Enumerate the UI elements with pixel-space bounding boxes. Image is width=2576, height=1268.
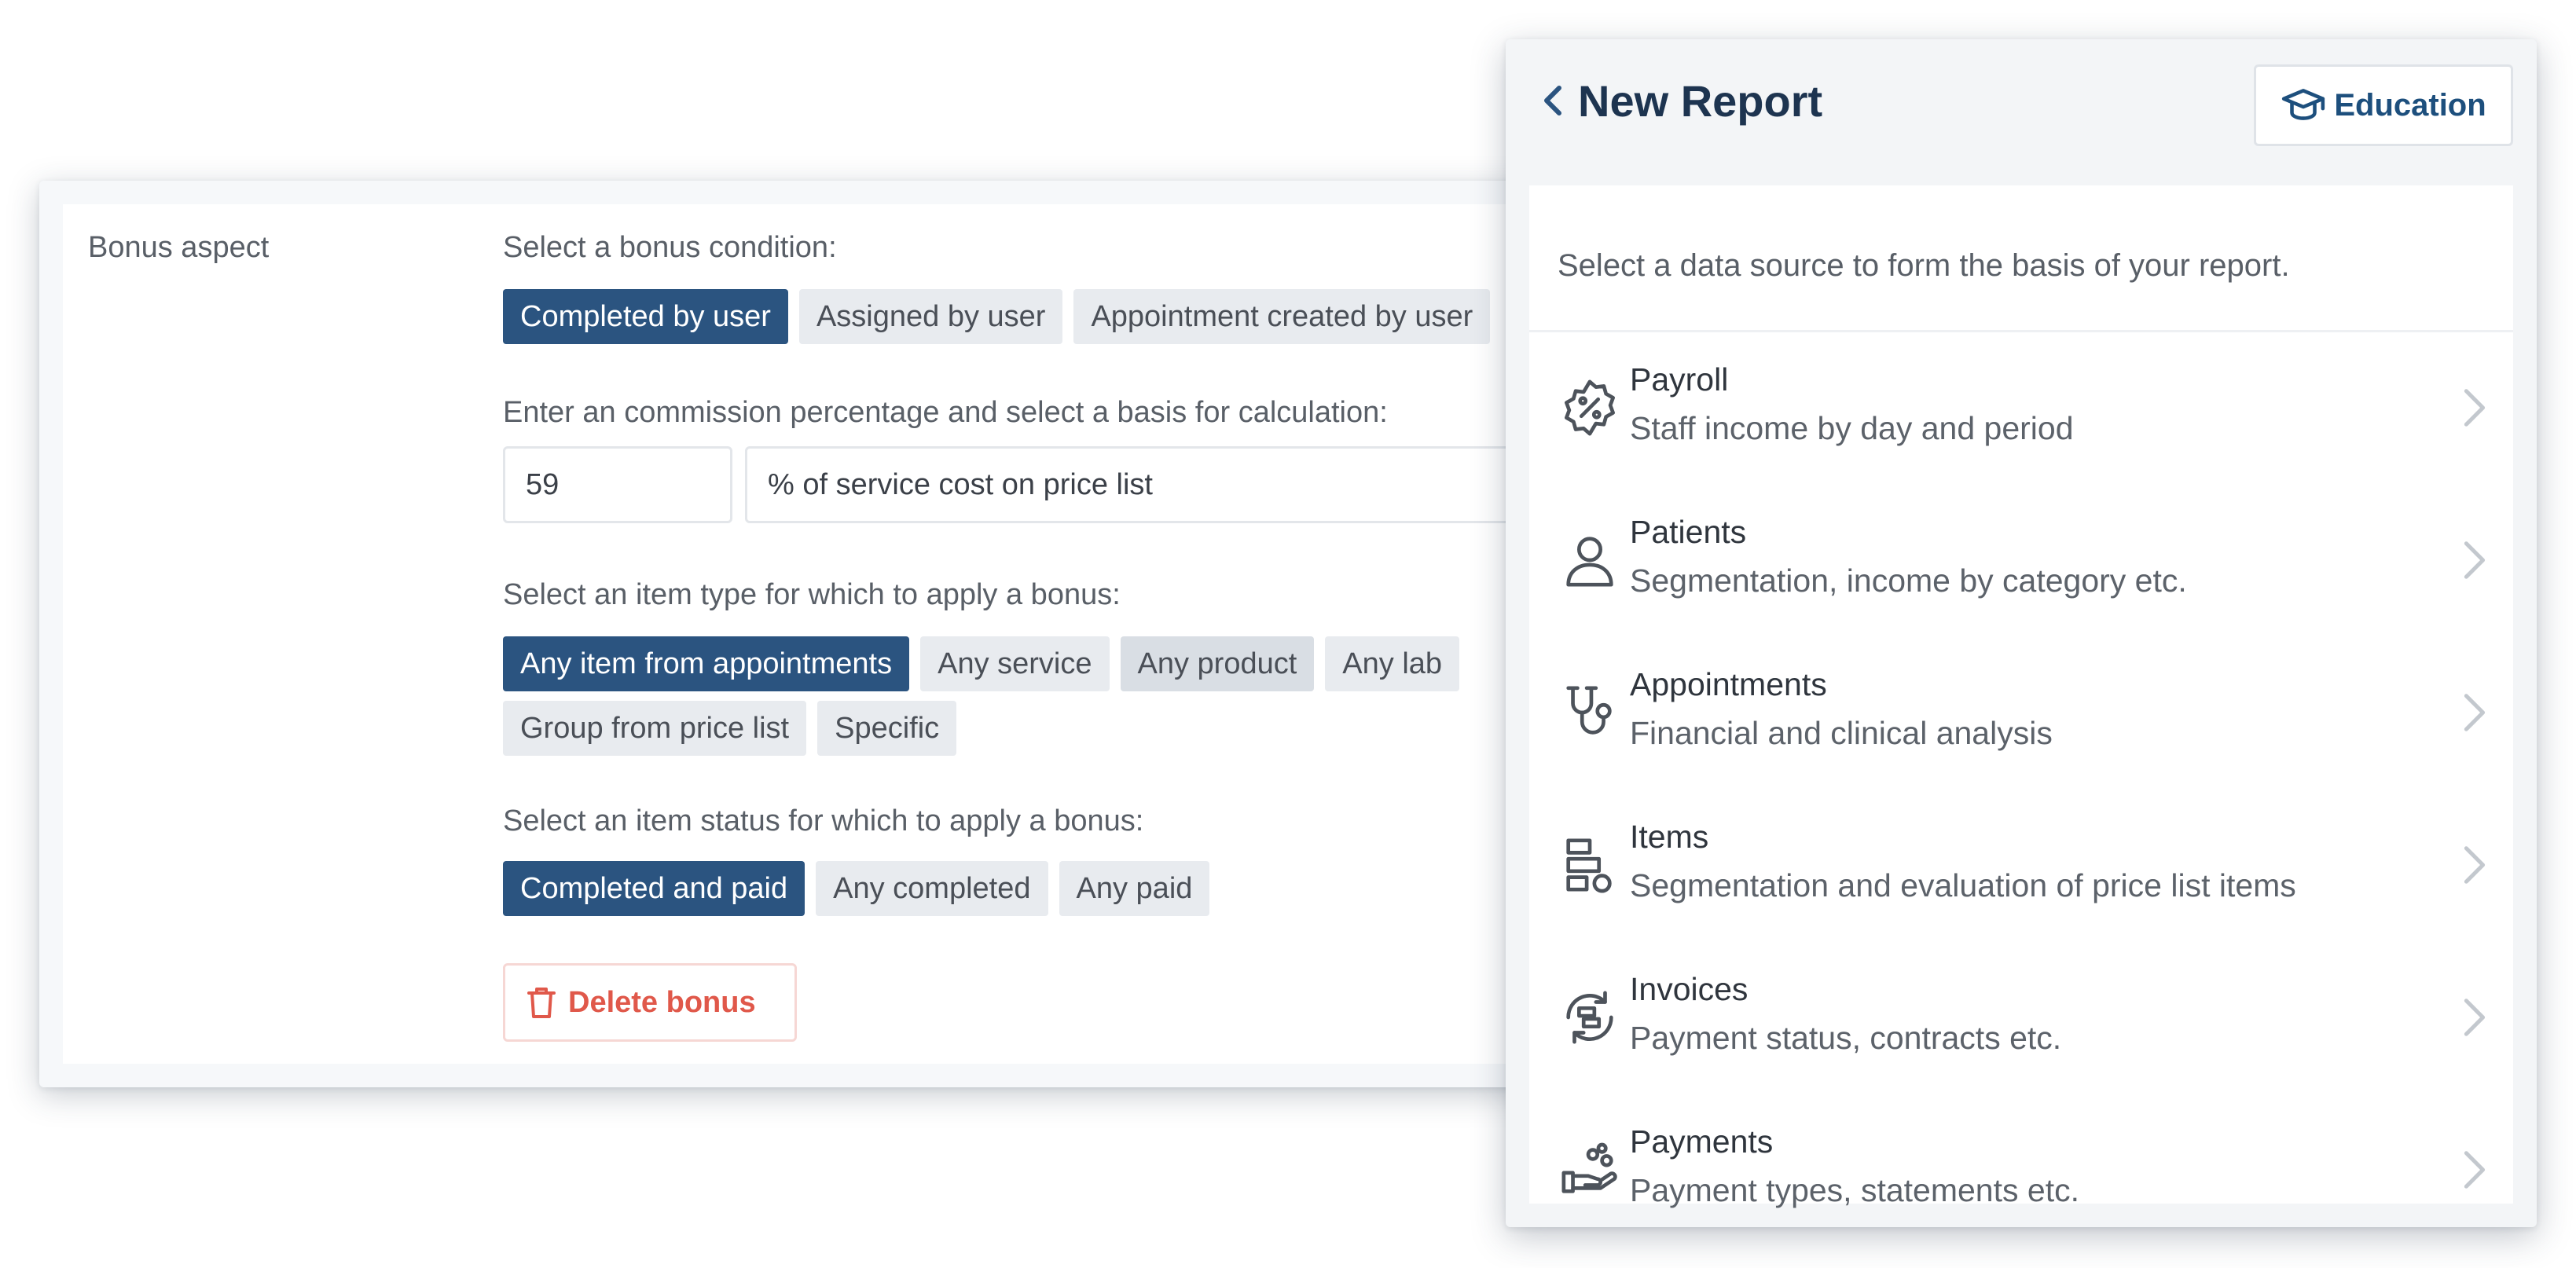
page-title: New Report (1578, 76, 1823, 126)
bonus-card: Bonus aspect Select a bonus condition: C… (39, 181, 1609, 1087)
item-status-chip-row: Completed and paid Any completed Any pai… (503, 861, 1210, 916)
condition-prompt: Select a bonus condition: (503, 231, 837, 264)
data-source-desc: Payment types, statements etc. (1630, 1172, 2079, 1208)
chip-any-product[interactable]: Any product (1120, 636, 1315, 691)
delete-bonus-button[interactable]: Delete bonus (503, 963, 797, 1042)
chevron-right-icon (2464, 389, 2486, 427)
chevron-right-icon (2464, 694, 2486, 731)
user-icon (1566, 537, 1613, 587)
data-source-patients[interactable]: Patients Segmentation, income by categor… (1529, 484, 2513, 636)
chevron-left-icon[interactable] (1537, 83, 1572, 118)
graduation-cap-icon (2282, 89, 2325, 120)
chip-any-lab[interactable]: Any lab (1325, 636, 1460, 691)
data-source-payroll[interactable]: Payroll Staff income by day and period (1529, 332, 2513, 484)
chip-completed-and-paid[interactable]: Completed and paid (503, 861, 805, 916)
calculation-basis-select[interactable]: % of service cost on price list (745, 446, 1609, 523)
bonus-aspect-label: Bonus aspect (88, 231, 270, 264)
bonus-form: Bonus aspect Select a bonus condition: C… (63, 204, 1609, 1064)
education-label: Education (2334, 87, 2486, 123)
data-source-desc: Payment status, contracts etc. (1630, 1020, 2062, 1056)
chevron-right-icon (2464, 846, 2486, 884)
condition-chip-row: Completed by user Assigned by user Appoi… (503, 289, 1491, 344)
stethoscope-icon (1566, 686, 1612, 735)
chip-completed-by-user[interactable]: Completed by user (503, 289, 788, 344)
chip-any-item-from-appointments[interactable]: Any item from appointments (503, 636, 910, 691)
item-type-chip-row-1: Any item from appointments Any service A… (503, 636, 1460, 691)
chip-assigned-by-user[interactable]: Assigned by user (798, 289, 1063, 344)
chip-any-service[interactable]: Any service (920, 636, 1110, 691)
data-source-desc: Segmentation and evaluation of price lis… (1630, 867, 2296, 903)
chip-any-completed[interactable]: Any completed (816, 861, 1048, 916)
data-source-payments[interactable]: Payments Payment types, statements etc. (1529, 1094, 2513, 1227)
items-stack-icon (1566, 838, 1612, 893)
chevron-right-icon (2464, 541, 2486, 579)
data-source-invoices[interactable]: Invoices Payment status, contracts etc. (1529, 941, 2513, 1094)
data-source-title: Patients (1630, 514, 1747, 550)
data-source-title: Payroll (1630, 361, 1729, 398)
chevron-right-icon (2464, 1151, 2486, 1189)
data-source-appointments[interactable]: Appointments Financial and clinical anal… (1529, 636, 2513, 789)
item-type-chip-row-2: Group from price list Specific (503, 701, 957, 756)
panel-body: Select a data source to form the basis o… (1529, 185, 2513, 1208)
item-status-prompt: Select an item status for which to apply… (503, 804, 1144, 837)
data-source-desc: Financial and clinical analysis (1630, 715, 2053, 751)
trash-icon (527, 988, 556, 1018)
chip-specific[interactable]: Specific (817, 701, 957, 756)
percent-badge-icon (1565, 379, 1615, 436)
panel-header: New Report Education (1506, 39, 2537, 185)
panel-subtitle: Select a data source to form the basis o… (1558, 248, 2290, 283)
data-source-desc: Segmentation, income by category etc. (1630, 563, 2187, 599)
chip-any-paid[interactable]: Any paid (1059, 861, 1210, 916)
data-source-desc: Staff income by day and period (1630, 410, 2074, 446)
chevron-right-icon (2464, 999, 2486, 1036)
hand-coins-icon (1561, 1142, 1617, 1193)
data-source-items[interactable]: Items Segmentation and evaluation of pri… (1529, 789, 2513, 941)
new-report-panel: New Report Education Select a data sourc… (1506, 39, 2537, 1227)
chip-group-from-price-list[interactable]: Group from price list (503, 701, 807, 756)
commission-percentage-input[interactable]: 59 (503, 446, 732, 523)
invoice-cycle-icon (1566, 991, 1613, 1044)
data-source-title: Payments (1630, 1123, 1774, 1160)
education-button[interactable]: Education (2254, 64, 2513, 146)
delete-bonus-label: Delete bonus (568, 985, 756, 1019)
data-source-list: Payroll Staff income by day and period P… (1529, 332, 2513, 1227)
commission-prompt: Enter an commission percentage and selec… (503, 396, 1388, 429)
chip-appointment-created-by-user[interactable]: Appointment created by user (1073, 289, 1491, 344)
data-source-title: Invoices (1630, 971, 1749, 1007)
data-source-title: Appointments (1630, 666, 1827, 702)
data-source-title: Items (1630, 819, 1709, 855)
item-type-prompt: Select an item type for which to apply a… (503, 578, 1121, 611)
